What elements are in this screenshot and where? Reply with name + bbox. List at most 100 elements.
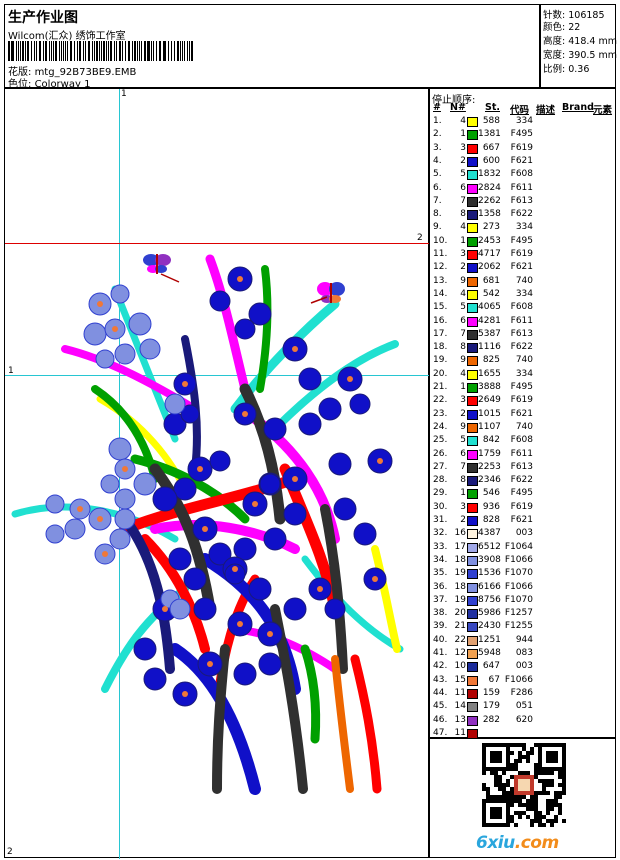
- qr-module: [534, 819, 538, 823]
- stitch-count: 2262: [478, 195, 501, 206]
- thread-code: F621: [510, 262, 533, 273]
- stop-row: 9. 4 273 334: [430, 221, 617, 234]
- qr-module: [538, 771, 542, 775]
- qr-module: [494, 783, 498, 787]
- stop-index: 26.: [433, 448, 448, 459]
- qr-module: [546, 783, 550, 787]
- stitch-count: 647: [482, 661, 500, 672]
- qr-module: [494, 795, 498, 799]
- qr-module: [554, 819, 558, 823]
- stop-row: 4. 2 600 F621: [430, 155, 617, 168]
- stop-row: 10. 1 2453 F495: [430, 235, 617, 248]
- barcode-bar: [42, 41, 44, 61]
- stitch-count: 5387: [478, 328, 501, 339]
- qr-module: [514, 795, 518, 799]
- thread-code: F621: [510, 515, 533, 525]
- barcode-bar: [78, 41, 81, 61]
- qr-module: [550, 807, 554, 811]
- qr-module: [518, 779, 530, 791]
- barcode-bar: [45, 41, 47, 61]
- stop-row: 28. 8 2346 F622: [430, 474, 617, 487]
- qr-module: [546, 811, 550, 815]
- needle-number: 7: [460, 461, 466, 472]
- barcode-bar: [92, 41, 93, 61]
- thread-code: F1066: [504, 674, 533, 685]
- barcode-bar: [113, 41, 115, 61]
- qr-module: [494, 779, 498, 783]
- needle-number: 5: [460, 169, 466, 180]
- qr-module: [530, 799, 534, 803]
- barcode-bar: [171, 41, 172, 61]
- qr-module: [554, 815, 558, 819]
- stop-row: 12. 2 2062 F621: [430, 261, 617, 274]
- qr-module: [558, 775, 562, 779]
- barcode-bar: [98, 41, 100, 61]
- color-swatch: [467, 409, 478, 420]
- thread-code: F608: [510, 302, 533, 313]
- qr-module: [506, 795, 510, 799]
- qr-module: [546, 751, 558, 763]
- needle-number: 8: [460, 209, 466, 220]
- stitch-count: 5986: [478, 608, 501, 619]
- qr-module: [506, 791, 510, 795]
- stitch-count: 3908: [478, 554, 501, 565]
- stop-index: 37.: [433, 594, 448, 605]
- needle-number: 4: [460, 368, 466, 379]
- stitch-count: 1358: [478, 209, 501, 220]
- qr-module: [558, 791, 562, 795]
- stop-index: 36.: [433, 581, 448, 592]
- color-swatch: [467, 702, 478, 713]
- stitch-count: 5948: [478, 648, 501, 658]
- qr-module: [502, 783, 506, 787]
- thread-code: F1070: [504, 568, 533, 579]
- qr-module: [542, 787, 546, 791]
- barcode-bar: [162, 41, 164, 61]
- stop-row: 37. 19 8756 F1070: [430, 594, 617, 607]
- color-swatch: [467, 276, 478, 287]
- thread-code: F1255: [504, 621, 533, 632]
- barcode-bar: [27, 41, 29, 61]
- qr-module: [554, 791, 558, 795]
- stop-index: 32.: [433, 528, 448, 539]
- stop-index: 40.: [433, 634, 448, 645]
- qr-module: [510, 743, 514, 747]
- qr-module: [530, 807, 534, 811]
- qr-module: [498, 783, 502, 787]
- barcode-bar: [144, 41, 146, 61]
- qr-module: [542, 779, 546, 783]
- thread-code: F611: [510, 315, 533, 326]
- stop-index: 3.: [433, 142, 442, 153]
- needle-number: 12: [454, 648, 466, 658]
- qr-module: [562, 783, 566, 787]
- qr-module: [518, 811, 522, 815]
- color-swatch: [467, 582, 478, 593]
- barcode-bar: [167, 41, 170, 61]
- qr-module: [510, 767, 514, 771]
- stop-row: 33. 17 6512 F1064: [430, 541, 617, 554]
- stitch-count: 542: [482, 288, 500, 299]
- needle-number: 19: [454, 568, 466, 579]
- qr-module: [542, 815, 546, 819]
- qr-module: [510, 775, 514, 779]
- stop-index: 41.: [433, 648, 448, 658]
- sheet-title: 生产作业图: [8, 10, 78, 26]
- color-swatch: [467, 356, 478, 367]
- stop-index: 11.: [433, 249, 448, 259]
- qr-module: [490, 795, 494, 799]
- color-swatch: [467, 688, 478, 699]
- stop-index: 23.: [433, 408, 448, 419]
- qr-module: [522, 771, 526, 775]
- barcode-bar: [76, 41, 78, 61]
- stop-row: 17. 7 5387 F613: [430, 328, 617, 341]
- qr-module: [506, 783, 510, 787]
- needle-number: 18: [454, 581, 466, 592]
- qr-module: [550, 779, 554, 783]
- needle-number: 2: [460, 155, 466, 166]
- qr-module: [486, 787, 490, 791]
- stop-index: 46.: [433, 714, 448, 725]
- stop-index: 34.: [433, 554, 448, 565]
- qr-module: [562, 791, 566, 795]
- qr-module: [482, 771, 486, 775]
- qr-module: [518, 815, 522, 819]
- stitch-count: 842: [482, 435, 500, 446]
